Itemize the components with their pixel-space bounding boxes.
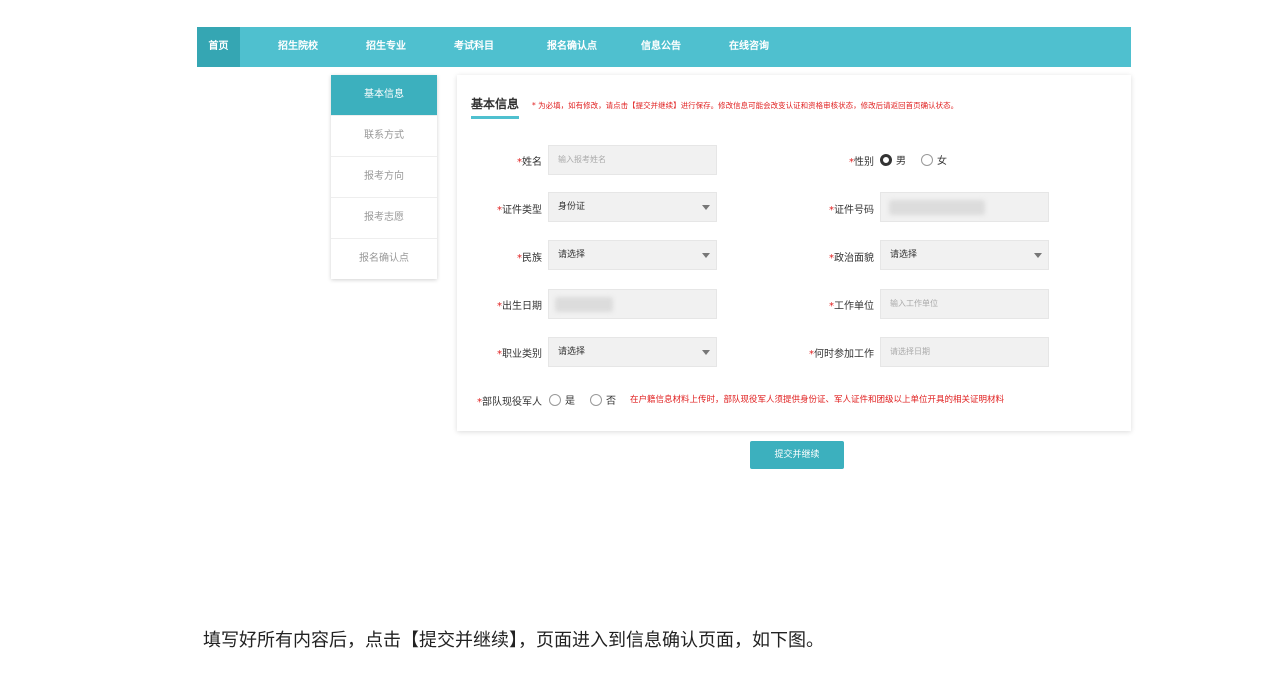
submit-continue-button[interactable]: 提交并继续: [750, 441, 844, 469]
work-unit-input[interactable]: 输入工作单位: [880, 289, 1049, 319]
top-nav: 首页 招生院校 招生专业 考试科目 报名确认点 信息公告 在线咨询: [197, 27, 1131, 67]
instruction-caption: 填写好所有内容后，点击【提交并继续】，页面进入到信息确认页面，如下图。: [203, 630, 824, 651]
nav-exam-subjects[interactable]: 考试科目: [440, 27, 508, 67]
military-label: *部队现役军人: [477, 397, 542, 408]
section-title: 基本信息: [471, 95, 520, 119]
work-start-label: *何时参加工作: [809, 349, 874, 360]
nav-online-consult[interactable]: 在线咨询: [715, 27, 783, 67]
occupation-label: *职业类别: [497, 349, 542, 360]
sidebar-item-contact[interactable]: 联系方式: [331, 115, 437, 156]
birth-date-input[interactable]: [548, 289, 717, 319]
id-number-input[interactable]: [880, 192, 1049, 222]
id-number-label: *证件号码: [829, 205, 874, 216]
dropdown-arrow-icon: [702, 350, 710, 355]
work-unit-label: *工作单位: [829, 301, 874, 312]
required-notice: * 为必填，如有修改，请点击【提交并继续】进行保存。修改信息可能会改变认证和资格…: [532, 101, 959, 110]
military-no-option[interactable]: 否: [590, 392, 616, 407]
dropdown-arrow-icon: [702, 205, 710, 210]
military-warning: 在户籍信息材料上传时，部队现役军人须提供身份证、军人证件和团级以上单位开具的相关…: [630, 395, 1005, 405]
dropdown-arrow-icon: [1034, 253, 1042, 258]
work-start-date-input[interactable]: 请选择日期: [880, 337, 1049, 367]
id-type-select[interactable]: 身份证: [548, 192, 717, 222]
nav-confirm-points[interactable]: 报名确认点: [532, 27, 612, 67]
political-status-select[interactable]: 请选择: [880, 240, 1049, 270]
name-input[interactable]: 输入报考姓名: [548, 145, 717, 175]
occupation-select[interactable]: 请选择: [548, 337, 717, 367]
sidebar-item-basic-info[interactable]: 基本信息: [331, 75, 437, 115]
redacted-value: [889, 200, 985, 215]
radio-unchecked-icon: [921, 153, 933, 166]
nav-announcements[interactable]: 信息公告: [627, 27, 695, 67]
political-status-label: *政治面貌: [829, 253, 874, 264]
dropdown-arrow-icon: [702, 253, 710, 258]
name-label: *姓名: [517, 157, 542, 168]
redacted-value: [555, 297, 613, 312]
gender-female-option[interactable]: 女: [921, 152, 947, 167]
gender-label: *性别: [849, 157, 874, 168]
radio-checked-icon: [880, 153, 892, 166]
nav-schools[interactable]: 招生院校: [264, 27, 332, 67]
id-type-label: *证件类型: [497, 205, 542, 216]
radio-unchecked-icon: [590, 393, 602, 406]
ethnicity-select[interactable]: 请选择: [548, 240, 717, 270]
nav-home[interactable]: 首页: [197, 27, 240, 67]
gender-male-option[interactable]: 男: [880, 152, 906, 167]
radio-unchecked-icon: [549, 393, 561, 406]
ethnicity-label: *民族: [517, 253, 542, 264]
military-yes-option[interactable]: 是: [549, 392, 575, 407]
nav-majors[interactable]: 招生专业: [352, 27, 420, 67]
birth-date-label: *出生日期: [497, 301, 542, 312]
